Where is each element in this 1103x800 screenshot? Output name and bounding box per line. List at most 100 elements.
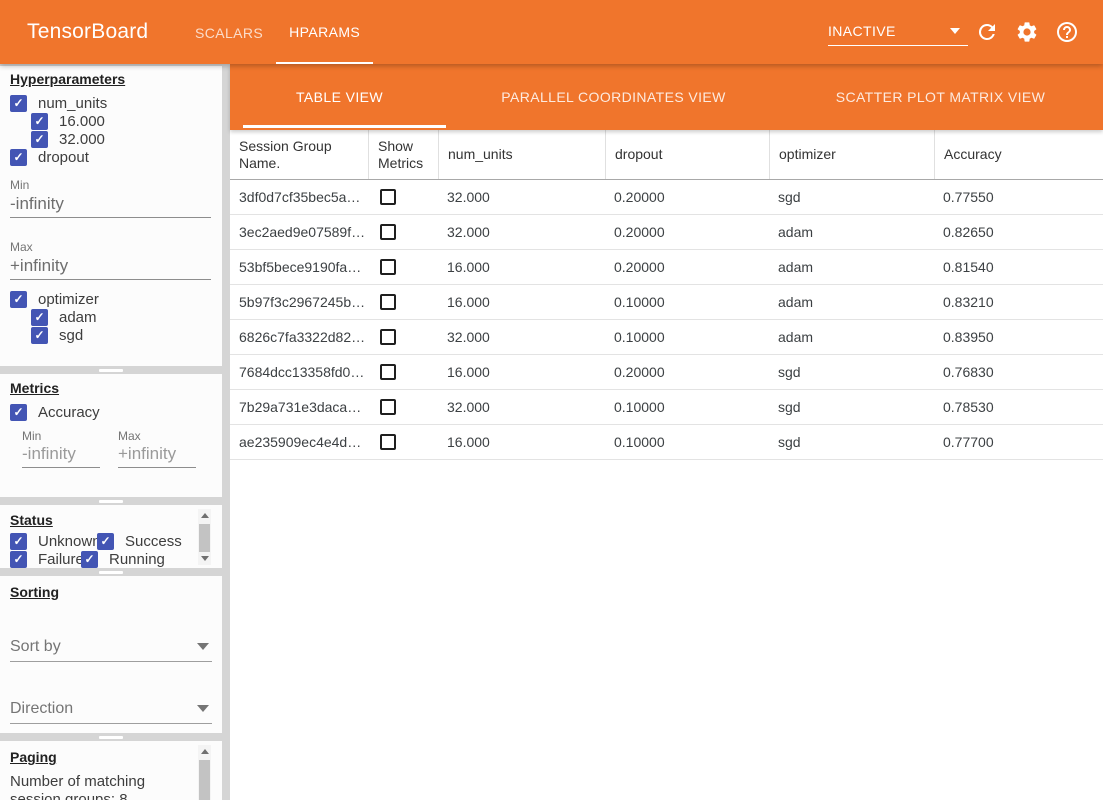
show-metrics-checkbox[interactable] xyxy=(380,259,396,275)
status-running-label: Running xyxy=(109,551,165,568)
status-success-label: Success xyxy=(125,533,182,550)
optimizer-value: adam xyxy=(769,285,934,319)
session-group-name: 7b29a731e3daca… xyxy=(230,390,368,424)
section-resizer[interactable] xyxy=(0,366,222,374)
top-nav-tabs: SCALARS HPARAMS xyxy=(182,0,373,64)
num-units-32-checkbox[interactable] xyxy=(31,131,48,148)
optimizer-value: adam xyxy=(769,320,934,354)
col-header-optimizer: optimizer xyxy=(769,130,934,179)
dropout-checkbox[interactable] xyxy=(10,149,27,166)
table-row: 7b29a731e3daca… 32.000 0.10000 sgd 0.785… xyxy=(230,390,1103,425)
hparam-num-units-row: num_units xyxy=(10,94,107,112)
tab-table-view[interactable]: TABLE VIEW xyxy=(230,64,449,130)
accuracy-min-input[interactable]: -infinity xyxy=(22,444,100,468)
table-row: 7684dcc13358fd0… 16.000 0.20000 sgd 0.76… xyxy=(230,355,1103,390)
status-running-checkbox[interactable] xyxy=(81,551,98,568)
status-scrollbar[interactable] xyxy=(198,509,211,565)
active-tab-indicator xyxy=(243,125,446,128)
dropout-value: 0.20000 xyxy=(605,215,769,249)
run-status-dropdown[interactable]: INACTIVE xyxy=(828,16,968,46)
accuracy-value: 0.76830 xyxy=(934,355,1103,389)
accuracy-checkbox[interactable] xyxy=(10,404,27,421)
dropout-value: 0.10000 xyxy=(605,320,769,354)
status-unknown-row: Unknown xyxy=(10,532,101,550)
show-metrics-checkbox[interactable] xyxy=(380,399,396,415)
num-units-16-checkbox[interactable] xyxy=(31,113,48,130)
view-tabs-bar: TABLE VIEW PARALLEL COORDINATES VIEW SCA… xyxy=(230,64,1103,130)
status-unknown-checkbox[interactable] xyxy=(10,533,27,550)
paging-summary: Number of matching session groups: 8 xyxy=(10,773,188,800)
show-metrics-checkbox[interactable] xyxy=(380,364,396,380)
table-row: 5b97f3c2967245b… 16.000 0.10000 adam 0.8… xyxy=(230,285,1103,320)
dropout-label: dropout xyxy=(38,149,89,166)
dropout-min-input[interactable]: -infinity xyxy=(10,194,211,218)
optimizer-checkbox[interactable] xyxy=(10,291,27,308)
table-row: 53bf5bece9190fa… 16.000 0.20000 adam 0.8… xyxy=(230,250,1103,285)
show-metrics-checkbox[interactable] xyxy=(380,434,396,450)
status-unknown-label: Unknown xyxy=(38,533,101,550)
optimizer-value: sgd xyxy=(769,355,934,389)
tab-scalars[interactable]: SCALARS xyxy=(182,0,276,64)
paging-scrollbar[interactable] xyxy=(198,745,211,800)
chevron-down-icon xyxy=(197,705,209,712)
show-metrics-checkbox[interactable] xyxy=(380,329,396,345)
section-resizer[interactable] xyxy=(0,568,222,576)
dropout-max-input[interactable]: +infinity xyxy=(10,256,211,280)
run-status-value: INACTIVE xyxy=(828,23,950,39)
optimizer-value: sgd xyxy=(769,390,934,424)
optimizer-sgd-label: sgd xyxy=(59,327,83,344)
status-card: Status Unknown Success Failure Running xyxy=(0,505,222,568)
accuracy-value: 0.77550 xyxy=(934,180,1103,214)
show-metrics-checkbox[interactable] xyxy=(380,294,396,310)
show-metrics-checkbox[interactable] xyxy=(380,224,396,240)
section-resizer[interactable] xyxy=(0,497,222,505)
num-units-checkbox[interactable] xyxy=(10,95,27,112)
num-units-label: num_units xyxy=(38,95,107,112)
scrollbar-thumb[interactable] xyxy=(199,760,210,800)
drag-handle-icon xyxy=(99,500,123,503)
dropout-value: 0.10000 xyxy=(605,425,769,459)
scroll-down-icon[interactable] xyxy=(198,552,211,565)
tab-scatter-plot-matrix-view[interactable]: SCATTER PLOT MATRIX VIEW xyxy=(778,64,1103,130)
sorting-heading: Sorting xyxy=(10,584,59,600)
accuracy-min-label: Min xyxy=(22,429,41,443)
table-row: 6826c7fa3322d82… 32.000 0.10000 adam 0.8… xyxy=(230,320,1103,355)
session-groups-table: Session Group Name. Show Metrics num_uni… xyxy=(230,130,1103,460)
optimizer-adam-checkbox[interactable] xyxy=(31,309,48,326)
tab-hparams[interactable]: HPARAMS xyxy=(276,0,373,64)
direction-value: Direction xyxy=(10,700,197,718)
num-units-32-label: 32.000 xyxy=(59,131,105,148)
scroll-up-icon[interactable] xyxy=(198,745,211,758)
section-resizer[interactable] xyxy=(0,733,222,741)
dropout-min-label: Min xyxy=(10,178,29,192)
direction-dropdown[interactable]: Direction xyxy=(10,694,212,724)
settings-button[interactable] xyxy=(1015,20,1039,44)
scrollbar-thumb[interactable] xyxy=(199,524,210,552)
status-success-checkbox[interactable] xyxy=(97,533,114,550)
num-units-32-row: 32.000 xyxy=(31,130,105,148)
accuracy-max-input[interactable]: +infinity xyxy=(118,444,196,468)
num-units-16-row: 16.000 xyxy=(31,112,105,130)
tab-parallel-coordinates-view[interactable]: PARALLEL COORDINATES VIEW xyxy=(449,64,778,130)
session-group-name: ae235909ec4e4d… xyxy=(230,425,368,459)
status-running-row: Running xyxy=(81,550,165,568)
tab-parallel-coordinates-label: PARALLEL COORDINATES VIEW xyxy=(501,89,725,105)
help-icon xyxy=(1055,20,1079,44)
refresh-button[interactable] xyxy=(975,20,999,44)
filters-sidebar: Hyperparameters num_units 16.000 32.000 … xyxy=(0,64,230,800)
accuracy-value: 0.78530 xyxy=(934,390,1103,424)
accuracy-value: 0.82650 xyxy=(934,215,1103,249)
accuracy-max-label: Max xyxy=(118,429,141,443)
optimizer-value: sgd xyxy=(769,180,934,214)
col-header-session-group-name: Session Group Name. xyxy=(230,130,368,179)
chevron-down-icon xyxy=(950,28,960,34)
show-metrics-checkbox[interactable] xyxy=(380,189,396,205)
num-units-16-label: 16.000 xyxy=(59,113,105,130)
help-button[interactable] xyxy=(1055,20,1079,44)
status-failure-checkbox[interactable] xyxy=(10,551,27,568)
sort-by-dropdown[interactable]: Sort by xyxy=(10,632,212,662)
session-group-name: 5b97f3c2967245b… xyxy=(230,285,368,319)
optimizer-sgd-checkbox[interactable] xyxy=(31,327,48,344)
accuracy-value: 0.83950 xyxy=(934,320,1103,354)
scroll-up-icon[interactable] xyxy=(198,509,211,522)
